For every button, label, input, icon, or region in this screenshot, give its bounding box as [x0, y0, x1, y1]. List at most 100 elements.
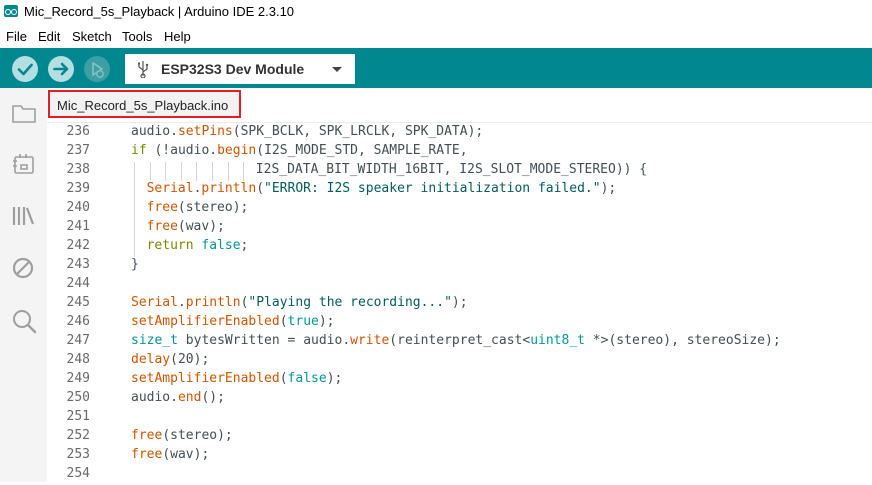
code-line: 251: [47, 409, 872, 428]
line-number: 239: [66, 181, 90, 196]
line-number: 245: [66, 295, 90, 310]
line-number: 236: [66, 124, 90, 139]
menu-edit[interactable]: Edit: [38, 29, 60, 44]
upload-button[interactable]: [48, 56, 74, 82]
code-token: ();: [201, 390, 225, 405]
checkmark-icon: [17, 63, 33, 76]
code-line: 246 setAmplifierEnabled(true);: [47, 314, 872, 333]
line-number: 248: [66, 352, 90, 367]
code-editor[interactable]: 236 audio.setPins(SPK_BCLK, SPK_LRCLK, SP…: [47, 123, 872, 482]
indent-guide: [149, 162, 151, 181]
code-text: Serial.println("Playing the recording...…: [131, 295, 468, 310]
code-text: free(stereo);: [131, 428, 233, 443]
menu-sketch[interactable]: Sketch: [72, 29, 112, 44]
line-number: 243: [66, 257, 90, 272]
line-number: 240: [66, 200, 90, 215]
boards-manager-icon[interactable]: [11, 152, 37, 176]
code-token: write: [350, 333, 390, 348]
menu-tools[interactable]: Tools: [122, 29, 152, 44]
code-token: (!audio.: [146, 143, 218, 158]
code-token: false: [201, 238, 241, 253]
code-line: 240 free(stereo);: [47, 200, 872, 219]
code-token: uint8_t: [530, 333, 585, 348]
code-token: setPins: [177, 124, 233, 139]
code-token: free: [146, 219, 178, 234]
board-name: ESP32S3 Dev Module: [161, 61, 305, 77]
code-token: true: [287, 314, 319, 329]
indent-guide: [134, 238, 135, 257]
code-token: false: [287, 371, 327, 386]
code-token: setAmplifierEnabled: [131, 314, 280, 329]
code-line: 236 audio.setPins(SPK_BCLK, SPK_LRCLK, SP…: [47, 124, 872, 143]
title-bar: Mic_Record_5s_Playback | Arduino IDE 2.3…: [0, 0, 872, 24]
indent-guide: [134, 162, 135, 181]
indent-guide: [227, 162, 229, 181]
code-line: 250 audio.end();: [47, 390, 872, 409]
code-token: if: [131, 143, 147, 158]
code-token: size_t: [131, 333, 178, 348]
indent-guide: [212, 162, 213, 181]
menu-help[interactable]: Help: [164, 29, 191, 44]
code-token: end: [177, 390, 202, 405]
debug-button[interactable]: [84, 56, 110, 82]
verify-button[interactable]: [12, 56, 38, 82]
code-token: println: [201, 181, 257, 196]
indent-guide: [134, 181, 135, 200]
code-text: size_t bytesWritten = audio.write(reinte…: [131, 333, 781, 348]
indent-guide: [134, 200, 135, 219]
activity-sidebar: [0, 88, 47, 482]
code-token: return: [146, 238, 194, 253]
code-token: (stereo);: [177, 200, 249, 215]
code-line: 253 free(wav);: [47, 447, 872, 466]
chevron-down-icon: [332, 67, 342, 72]
code-text: free(wav);: [147, 219, 225, 234]
line-number: 244: [66, 276, 90, 291]
code-text: free(stereo);: [147, 200, 249, 215]
line-number: 250: [66, 390, 90, 405]
tab-filename: Mic_Record_5s_Playback.ino: [57, 98, 229, 113]
debug-icon[interactable]: [11, 256, 37, 280]
board-selector[interactable]: ESP32S3 Dev Module: [125, 54, 355, 84]
code-token: I2S_DATA_BIT_WIDTH_16BIT, I2S_SLOT_MODE_…: [255, 162, 648, 177]
arduino-logo-icon: [4, 5, 18, 17]
code-line: 239 Serial.println("ERROR: I2S speaker in…: [47, 181, 872, 200]
code-text: }: [131, 257, 139, 272]
sketchbook-icon[interactable]: [11, 102, 37, 124]
code-token: audio.: [131, 124, 178, 139]
code-line: 243}: [47, 257, 872, 276]
tab-sketch-file[interactable]: Mic_Record_5s_Playback.ino: [48, 90, 241, 118]
menu-file[interactable]: File: [6, 29, 27, 44]
code-text: free(wav);: [131, 447, 209, 462]
line-number: 247: [66, 333, 90, 348]
line-number: 252: [66, 428, 90, 443]
code-token: free: [131, 447, 163, 462]
code-token: .: [177, 295, 186, 310]
code-token: free: [146, 200, 178, 215]
code-token: );: [451, 295, 468, 310]
code-line: 237 if (!audio.begin(I2S_MODE_STD, SAMPLE…: [47, 143, 872, 162]
code-token: setAmplifierEnabled: [131, 371, 280, 386]
code-token: <: [522, 333, 531, 348]
code-token: (20);: [170, 352, 210, 367]
code-token: "Playing the recording...": [248, 295, 452, 310]
code-token: (wav);: [177, 219, 225, 234]
code-token: );: [318, 314, 335, 329]
line-number: 246: [66, 314, 90, 329]
code-token: Serial: [131, 295, 178, 310]
code-text: audio.end();: [131, 390, 225, 405]
code-token: (: [256, 181, 265, 196]
line-number: 242: [66, 238, 90, 253]
line-number: 253: [66, 447, 90, 462]
code-text: I2S_DATA_BIT_WIDTH_16BIT, I2S_SLOT_MODE_…: [256, 162, 647, 177]
search-icon[interactable]: [11, 308, 37, 334]
line-number: 249: [66, 371, 90, 386]
library-manager-icon[interactable]: [11, 204, 37, 228]
code-token: delay: [131, 352, 171, 367]
code-token: (I2S_MODE_STD, SAMPLE_RATE,: [256, 143, 468, 158]
code-text: setAmplifierEnabled(true);: [131, 314, 335, 329]
code-token: println: [185, 295, 241, 310]
code-token: reinterpret_cast: [397, 333, 523, 348]
code-text: return false;: [147, 238, 249, 253]
code-line: 238 I2S_DATA_BIT_WIDTH_16BIT, I2S_SLOT_MO…: [47, 162, 872, 181]
code-token: "ERROR: I2S speaker initialization faile…: [264, 181, 601, 196]
